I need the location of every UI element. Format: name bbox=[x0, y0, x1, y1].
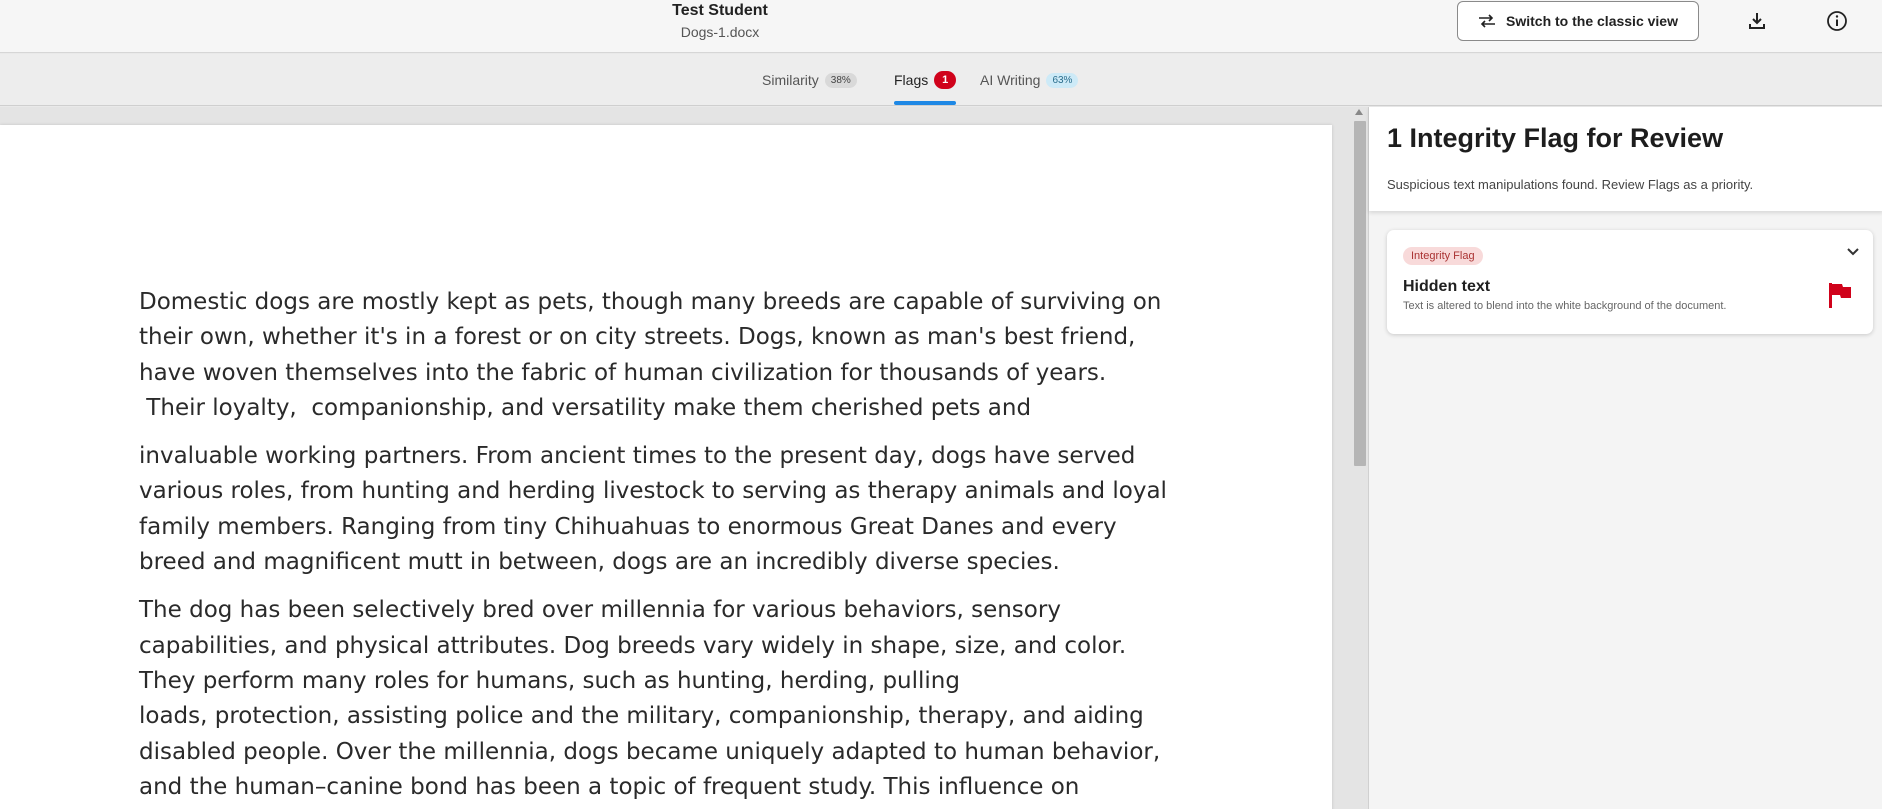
text-line: breed and magnificent mutt in between, d… bbox=[139, 549, 1060, 576]
text-line: various roles, from hunting and herding … bbox=[139, 478, 1167, 505]
text-line: and the human–canine bond has been a top… bbox=[139, 773, 1080, 800]
text-line: They perform many roles for humans, such… bbox=[139, 667, 960, 694]
student-name: Test Student bbox=[672, 2, 768, 19]
paragraph: The dog has been selectively bred over m… bbox=[139, 593, 1179, 805]
scrollbar-thumb[interactable] bbox=[1354, 121, 1366, 466]
swap-arrows-icon bbox=[1479, 14, 1496, 28]
document-viewer[interactable]: Domestic dogs are mostly kept as pets, t… bbox=[0, 107, 1350, 809]
text-line: The dog has been selectively bred over m… bbox=[139, 597, 1061, 624]
document-scrollbar[interactable] bbox=[1350, 107, 1368, 809]
flag-name: Hidden text bbox=[1403, 278, 1491, 295]
paragraph: Domestic dogs are mostly kept as pets, t… bbox=[139, 285, 1179, 426]
text-line: Domestic dogs are mostly kept as pets, t… bbox=[139, 289, 1162, 315]
download-icon bbox=[1749, 13, 1765, 29]
text-line: invaluable working partners. From ancien… bbox=[139, 443, 1136, 470]
text-line: their own, whether it's in a forest or o… bbox=[139, 324, 1136, 351]
report-tabs: Similarity 38% Flags 1 AI Writing 63% bbox=[0, 54, 1882, 106]
flag-icon bbox=[1829, 283, 1851, 308]
integrity-flag-tag: Integrity Flag bbox=[1403, 247, 1483, 265]
flags-panel-subtitle: Suspicious text manipulations found. Rev… bbox=[1387, 177, 1754, 192]
flag-description: Text is altered to blend into the white … bbox=[1403, 300, 1727, 312]
text-line: Their loyalty, companionship, and versat… bbox=[139, 394, 1032, 421]
flags-panel: 1 Integrity Flag for Review Suspicious t… bbox=[1368, 107, 1882, 809]
chevron-down-icon[interactable] bbox=[1843, 242, 1863, 262]
file-name: Dogs-1.docx bbox=[680, 24, 760, 40]
text-line: disabled people. Over the millennia, dog… bbox=[139, 738, 1161, 765]
paragraph: invaluable working partners. From ancien… bbox=[139, 439, 1179, 580]
document-text: Domestic dogs are mostly kept as pets, t… bbox=[139, 285, 1179, 809]
tab-similarity[interactable]: Similarity 38% bbox=[762, 54, 857, 106]
switch-classic-view-label: Switch to the classic view bbox=[1506, 13, 1678, 29]
flags-count-badge: 1 bbox=[934, 71, 957, 89]
tab-flags[interactable]: Flags 1 bbox=[894, 54, 957, 106]
top-header: Test Student Dogs-1.docx Switch to the c… bbox=[0, 0, 1882, 53]
text-line: loads, protection, assisting police and … bbox=[139, 703, 1144, 730]
document-page: Domestic dogs are mostly kept as pets, t… bbox=[0, 125, 1332, 809]
info-button[interactable] bbox=[1824, 8, 1850, 34]
tab-ai-writing-label: AI Writing bbox=[980, 72, 1041, 88]
tab-flags-label: Flags bbox=[894, 72, 929, 88]
download-button[interactable] bbox=[1744, 8, 1770, 34]
text-line: have woven themselves into the fabric of… bbox=[139, 359, 1107, 386]
switch-classic-view-button[interactable]: Switch to the classic view bbox=[1457, 1, 1699, 41]
flags-panel-header: 1 Integrity Flag for Review Suspicious t… bbox=[1369, 107, 1882, 211]
flags-panel-title: 1 Integrity Flag for Review bbox=[1387, 123, 1724, 153]
ai-writing-score-badge: 63% bbox=[1046, 72, 1079, 88]
info-icon bbox=[1827, 11, 1847, 31]
tab-ai-writing[interactable]: AI Writing 63% bbox=[980, 54, 1079, 106]
scroll-up-arrow-icon[interactable] bbox=[1355, 109, 1363, 115]
tab-similarity-label: Similarity bbox=[762, 72, 819, 88]
text-line: family members. Ranging from tiny Chihua… bbox=[139, 513, 1117, 540]
integrity-flag-card[interactable]: Integrity Flag Hidden text Text is alter… bbox=[1387, 230, 1873, 334]
text-line: capabilities, and physical attributes. D… bbox=[139, 632, 1127, 659]
similarity-score-badge: 38% bbox=[824, 72, 857, 88]
